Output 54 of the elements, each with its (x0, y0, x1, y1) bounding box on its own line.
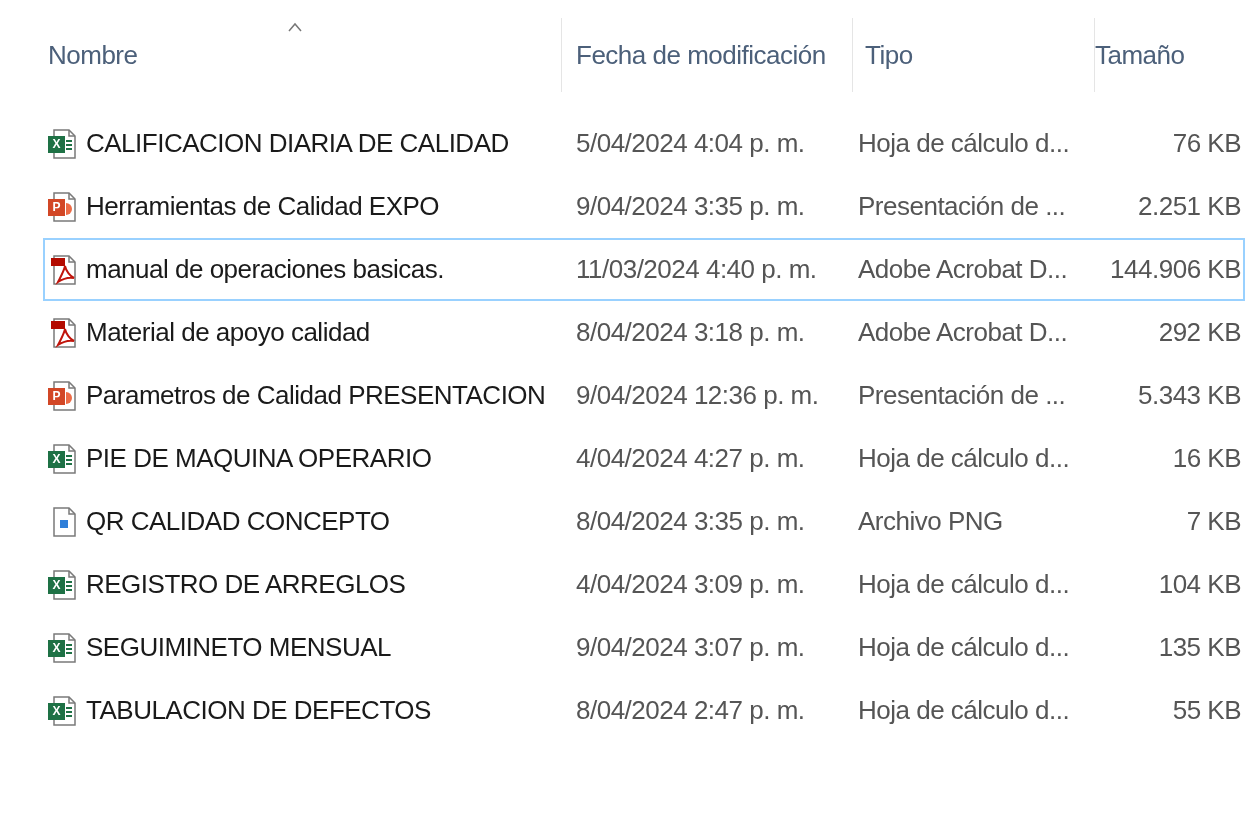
file-row[interactable]: X SEGUIMINETO MENSUAL 9/04/2024 3:07 p. m. Hoja de cálculo d... 135 KB (43, 616, 1245, 679)
file-name: Parametros de Calidad PRESENTACION (86, 379, 546, 412)
file-name: QR CALIDAD CONCEPTO (86, 505, 390, 538)
column-header[interactable]: Nombre (48, 35, 138, 75)
file-size: 135 KB (1158, 631, 1241, 664)
file-size: 55 KB (1172, 694, 1241, 727)
file-row[interactable]: Material de apoyo calidad 8/04/2024 3:18 p. m. Adobe Acrobat D... 292 KB (43, 301, 1245, 364)
modified-date: 8/04/2024 3:35 p. m. (576, 505, 805, 538)
modified-date: 8/04/2024 3:18 p. m. (576, 316, 805, 349)
file-row[interactable]: X TABULACION DE DEFECTOS 8/04/2024 2:47 p. m. Hoja de cálculo d... 55 KB (43, 679, 1245, 742)
column-header[interactable]: Tipo (865, 35, 913, 75)
file-name: SEGUIMINETO MENSUAL (86, 631, 391, 664)
modified-date: 9/04/2024 3:07 p. m. (576, 631, 805, 664)
column-header[interactable]: Tamaño (1095, 35, 1185, 75)
file-type: Adobe Acrobat D... (858, 316, 1068, 349)
file-row[interactable]: X PIE DE MAQUINA OPERARIO 4/04/2024 4:27 p. m. Hoja de cálculo d... 16 KB (43, 427, 1245, 490)
modified-date: 5/04/2024 4:04 p. m. (576, 127, 805, 160)
file-name: CALIFICACION DIARIA DE CALIDAD (86, 127, 509, 160)
file-name: PIE DE MAQUINA OPERARIO (86, 442, 432, 475)
file-type: Hoja de cálculo d... (858, 631, 1070, 664)
file-size: 5.343 KB (1138, 379, 1241, 412)
file-size: 104 KB (1158, 568, 1241, 601)
file-name: Herramientas de Calidad EXPO (86, 190, 440, 223)
file-size: 144.906 KB (1110, 253, 1241, 286)
file-name: TABULACION DE DEFECTOS (86, 694, 431, 727)
file-size: 7 KB (1186, 505, 1241, 538)
file-type: Hoja de cálculo d... (858, 568, 1070, 601)
file-name: manual de operaciones basicas. (86, 253, 444, 286)
modified-date: 4/04/2024 3:09 p. m. (576, 568, 805, 601)
file-row[interactable]: manual de operaciones basicas. 11/03/2024 4:40 p. m. Adobe Acrobat D... 144.906 KB (43, 238, 1245, 301)
file-size: 2.251 KB (1138, 190, 1241, 223)
file-type: Hoja de cálculo d... (858, 694, 1070, 727)
file-type: Archivo PNG (858, 505, 1003, 538)
modified-date: 8/04/2024 2:47 p. m. (576, 694, 805, 727)
file-size: 292 KB (1158, 316, 1241, 349)
file-name: REGISTRO DE ARREGLOS (86, 568, 406, 601)
file-row[interactable]: QR CALIDAD CONCEPTO 8/04/2024 3:35 p. m. Archivo PNG 7 KB (43, 490, 1245, 553)
modified-date: 11/03/2024 4:40 p. m. (576, 253, 817, 286)
file-row[interactable]: P Herramientas de Calidad EXPO 9/04/2024 3:35 p. m. Presentación de ... 2.251 KB (43, 175, 1245, 238)
file-size: 76 KB (1172, 127, 1241, 160)
file-type: Hoja de cálculo d... (858, 442, 1070, 475)
file-type: Presentación de ... (858, 379, 1066, 412)
modified-date: 4/04/2024 4:27 p. m. (576, 442, 805, 475)
file-name: Material de apoyo calidad (86, 316, 370, 349)
file-size: 16 KB (1172, 442, 1241, 475)
file-type: Adobe Acrobat D... (858, 253, 1068, 286)
file-row[interactable]: P Parametros de Calidad PRESENTACION 9/04/2024 12:36 p. m. Presentación de ... 5.343 KB (43, 364, 1245, 427)
file-type: Presentación de ... (858, 190, 1066, 223)
file-type: Hoja de cálculo d... (858, 127, 1070, 160)
modified-date: 9/04/2024 12:36 p. m. (576, 379, 819, 412)
modified-date: 9/04/2024 3:35 p. m. (576, 190, 805, 223)
column-header[interactable]: Fecha de modificación (576, 35, 826, 75)
file-row[interactable]: X REGISTRO DE ARREGLOS 4/04/2024 3:09 p. m. Hoja de cálculo d... 104 KB (43, 553, 1245, 616)
file-row[interactable]: X CALIFICACION DIARIA DE CALIDAD 5/04/2024 4:04 p. m. Hoja de cálculo d... 76 KB (43, 112, 1245, 175)
